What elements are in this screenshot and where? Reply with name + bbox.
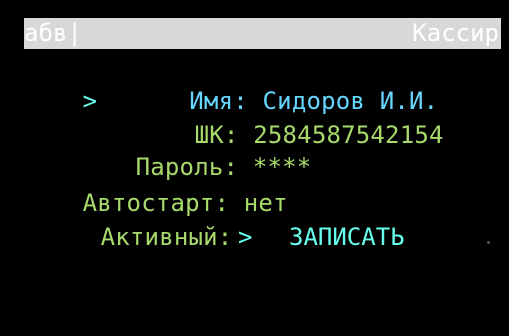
field-active-row[interactable]: Активный: да	[24, 186, 277, 251]
field-name-row[interactable]: > Имя: Сидоров И.И.	[24, 50, 439, 115]
field-autostart-row[interactable]: Автостарт: нет	[24, 152, 288, 217]
terminal-screen: абв| Кассир > Имя: Сидоров И.И. ШК: 25845…	[0, 0, 509, 336]
input-buffer[interactable]: абв|	[24, 18, 82, 49]
role-title: Кассир	[412, 19, 499, 47]
button-cursor: >	[238, 223, 253, 251]
save-button[interactable]: > ЗАПИСАТЬ	[234, 220, 501, 254]
field-password-row[interactable]: Пароль: ****	[24, 116, 312, 181]
indicator-dot	[487, 241, 490, 244]
field-label: Активный:	[100, 223, 233, 251]
save-button-label: ЗАПИСАТЬ	[289, 223, 405, 251]
field-barcode-row[interactable]: ШК: 2584587542154	[24, 84, 444, 149]
header-bar: абв| Кассир	[24, 18, 501, 49]
